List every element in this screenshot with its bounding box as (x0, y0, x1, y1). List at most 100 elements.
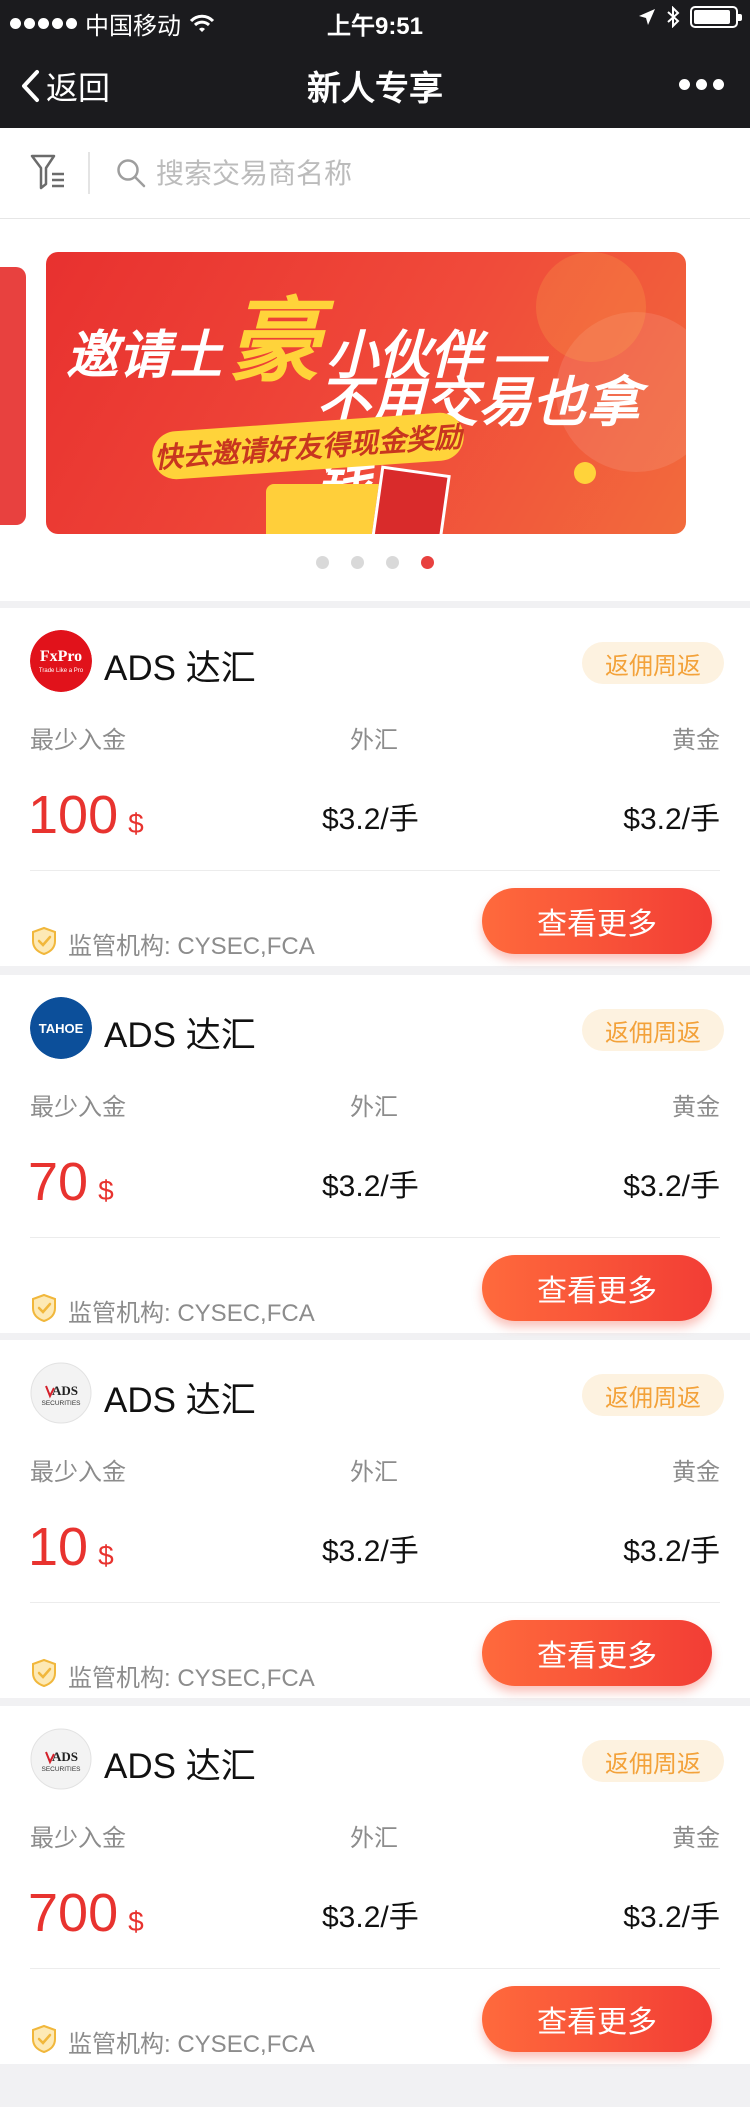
currency-symbol: $ (98, 1540, 114, 1571)
coin-icon (574, 462, 596, 484)
gold-rate: $3.2/手 (623, 1901, 720, 1934)
card-divider (30, 870, 720, 871)
carousel-dot[interactable] (386, 556, 399, 569)
shield-check-icon (30, 1293, 58, 1328)
min-deposit-amount: 100 (28, 785, 119, 845)
view-more-button[interactable]: 查看更多 (482, 1620, 712, 1686)
min-deposit-value: 100 $ (28, 784, 144, 846)
nav-bar: 返回 新人专享 (0, 41, 750, 128)
logo-subtext: Trade Like a Pro (39, 668, 84, 674)
bluetooth-icon (667, 6, 680, 28)
broker-name: ADS 达汇 (104, 1747, 256, 1786)
regulator-value: CYSEC,FCA (177, 1300, 315, 1327)
broker-logo: FxPro Trade Like a Pro (30, 630, 92, 692)
regulator-prefix: 监管机构: (68, 1665, 171, 1692)
view-more-button[interactable]: 查看更多 (482, 888, 712, 954)
banner-headline-part: 邀请土 (66, 327, 223, 385)
currency-symbol: $ (98, 1175, 114, 1206)
min-deposit-label: 最少入金 (30, 1825, 126, 1852)
min-deposit-value: 70 $ (28, 1151, 114, 1213)
regulator-prefix: 监管机构: (68, 2031, 171, 2058)
broker-card[interactable]: FxPro Trade Like a Pro ADS 达汇 返佣周返最少入金 外汇 黄金 1… (0, 608, 750, 966)
broker-card[interactable]: ADS SECURITIES ADS 达汇 返佣周返 最少入金 外汇 黄金 700 $ $3.2/… (0, 1706, 750, 2064)
search-input[interactable] (156, 154, 676, 194)
search-icon (117, 159, 146, 188)
broker-logo: ADS SECURITIES (30, 1728, 92, 1790)
broker-name: ADS 达汇 (104, 1016, 256, 1055)
location-arrow-icon (639, 9, 655, 25)
logo-subtext: SECURITIES (41, 1766, 81, 1773)
min-deposit-amount: 700 (28, 1883, 119, 1943)
invite-friends-banner[interactable]: 邀请土 豪 小伙伴 — 不用交易也拿钱 快去邀请好友得现金奖励 (46, 252, 686, 534)
shield-check-icon (30, 2024, 58, 2059)
status-right (638, 6, 742, 28)
min-deposit-label: 最少入金 (30, 1094, 126, 1121)
gold-label: 黄金 (672, 1825, 720, 1852)
broker-name: ADS 达汇 (104, 1381, 256, 1420)
carousel-dot[interactable] (351, 556, 364, 569)
regulator-info: 监管机构: CYSEC,FCA (68, 2024, 315, 2059)
broker-card[interactable]: TAHOE ADS 达汇 返佣周返最少入金 外汇 黄金 70 $ $3.2/手 $3.2/手监管… (0, 975, 750, 1333)
carousel-dot[interactable] (421, 556, 434, 569)
forex-rate: $3.2/手 (322, 1170, 419, 1203)
regulator-value: CYSEC,FCA (177, 933, 315, 960)
shield-check-icon (30, 1658, 58, 1693)
broker-logo: ADS SECURITIES (30, 1362, 92, 1424)
min-deposit-value: 700 $ (28, 1882, 144, 1944)
logo-text: FxPro (40, 648, 82, 665)
min-deposit-amount: 10 (28, 1517, 89, 1577)
min-deposit-value: 10 $ (28, 1516, 114, 1578)
banner-decoration (536, 252, 646, 362)
logo-text: ADS (52, 1383, 78, 1398)
card-divider (30, 1968, 720, 1969)
gold-label: 黄金 (672, 1094, 720, 1121)
filter-icon[interactable] (30, 152, 66, 192)
gold-label: 黄金 (672, 727, 720, 754)
view-more-button[interactable]: 查看更多 (482, 1986, 712, 2052)
card-divider (30, 1237, 720, 1238)
forex-rate: $3.2/手 (322, 803, 419, 836)
gold-rate: $3.2/手 (623, 1170, 720, 1203)
more-options-icon[interactable] (679, 79, 724, 90)
card-divider (30, 1602, 720, 1603)
gold-label: 黄金 (672, 1459, 720, 1486)
previous-banner-peek[interactable] (0, 267, 26, 525)
broker-logo: TAHOE (30, 997, 92, 1059)
forex-label: 外汇 (350, 727, 398, 754)
battery-icon (690, 6, 742, 28)
regulator-prefix: 监管机构: (68, 933, 171, 960)
search-bar (0, 128, 750, 219)
regulator-value: CYSEC,FCA (177, 2031, 315, 2058)
carousel-indicator (0, 556, 750, 569)
banner-headline-highlight: 豪 (228, 291, 321, 393)
forex-rate: $3.2/手 (322, 1901, 419, 1934)
gold-rate: $3.2/手 (623, 803, 720, 836)
rebate-badge: 返佣周返 (582, 1374, 724, 1416)
min-deposit-label: 最少入金 (30, 727, 126, 754)
min-deposit-label: 最少入金 (30, 1459, 126, 1486)
broker-card[interactable]: ADS SECURITIES ADS 达汇 返佣周返最少入金 外汇 黄金 10 $ $3.2/手… (0, 1340, 750, 1698)
regulator-info: 监管机构: CYSEC,FCA (68, 1658, 315, 1693)
currency-symbol: $ (128, 808, 144, 839)
forex-label: 外汇 (350, 1094, 398, 1121)
logo-subtext: SECURITIES (41, 1400, 81, 1407)
logo-text: TAHOE (39, 1021, 84, 1036)
min-deposit-amount: 70 (28, 1152, 89, 1212)
gift-box-icon (371, 465, 451, 534)
gold-rate: $3.2/手 (623, 1535, 720, 1568)
rebate-badge: 返佣周返 (582, 1009, 724, 1051)
forex-label: 外汇 (350, 1459, 398, 1486)
regulator-value: CYSEC,FCA (177, 1665, 315, 1692)
regulator-info: 监管机构: CYSEC,FCA (68, 926, 315, 961)
regulator-info: 监管机构: CYSEC,FCA (68, 1293, 315, 1328)
view-more-button[interactable]: 查看更多 (482, 1255, 712, 1321)
carousel-dot[interactable] (316, 556, 329, 569)
status-bar: 中国移动 上午9:51 (0, 0, 750, 41)
forex-rate: $3.2/手 (322, 1535, 419, 1568)
rebate-badge: 返佣周返 (582, 642, 724, 684)
regulator-prefix: 监管机构: (68, 1300, 171, 1327)
broker-name: ADS 达汇 (104, 649, 256, 688)
forex-label: 外汇 (350, 1825, 398, 1852)
shield-check-icon (30, 926, 58, 961)
search-divider (88, 152, 90, 194)
